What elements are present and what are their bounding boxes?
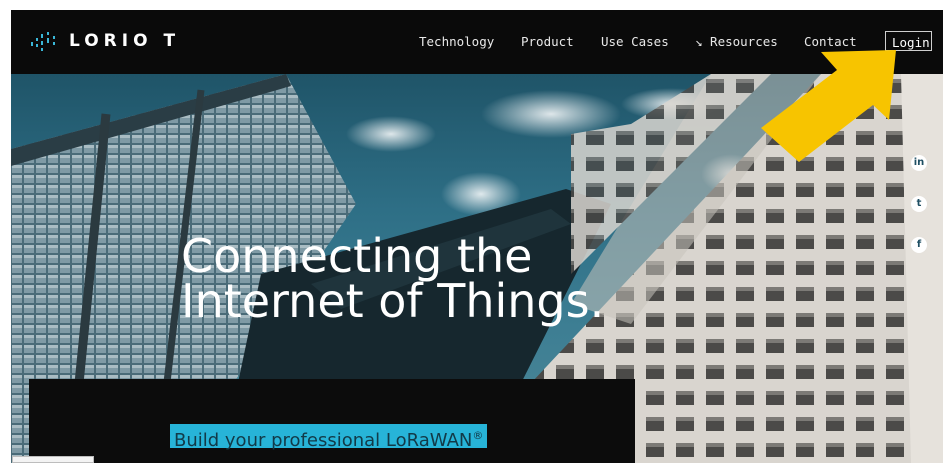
page-status-chip — [12, 456, 94, 463]
hero-subheading: Build your professional LoRaWAN® — [170, 424, 488, 451]
subheading-text: Build your professional LoRaWAN — [174, 430, 473, 451]
registered-mark: ® — [472, 429, 484, 442]
annotation-arrow-icon — [761, 50, 896, 162]
browser-viewport: LORIO T Technology Product Use Cases ↘ R… — [11, 10, 943, 463]
